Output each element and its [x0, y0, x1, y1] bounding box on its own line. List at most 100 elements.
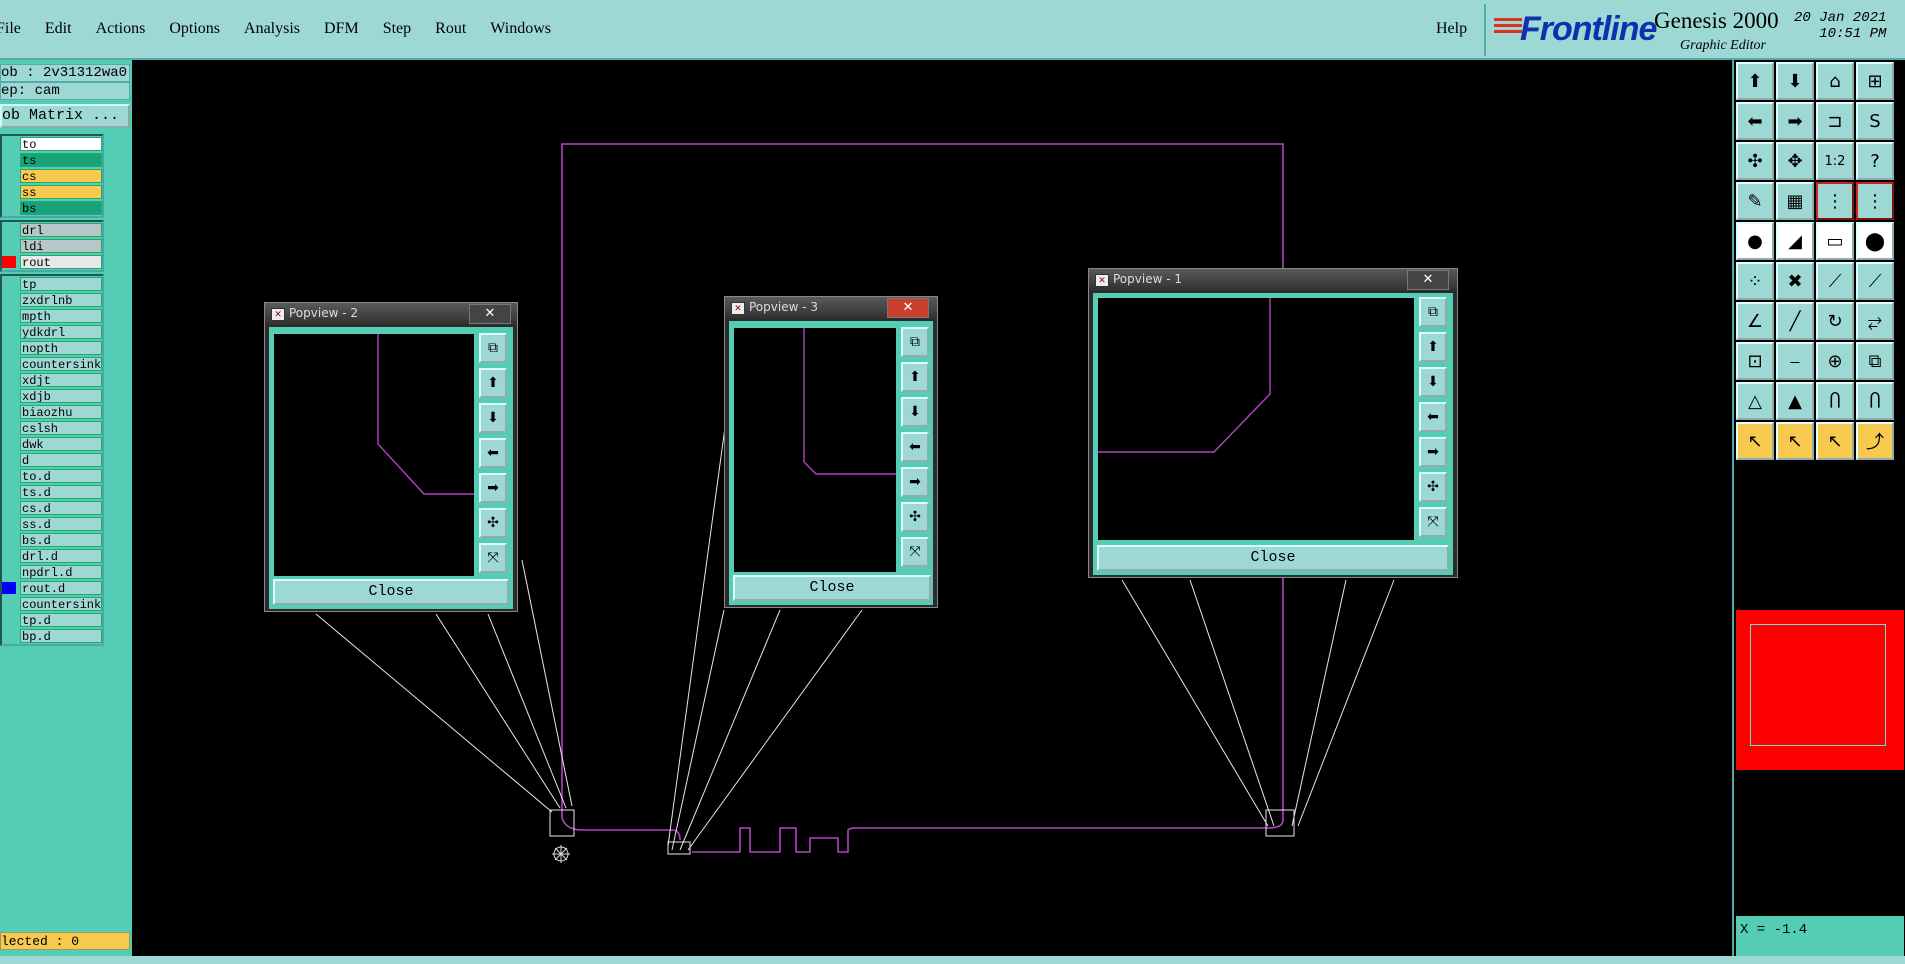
- leader-line: [487, 613, 567, 809]
- tool-panel: ⬆ ⬇ ⌂ ⊞ ⬅ ➡ ⊐ S ✣ ✥ 1:2? ✎ ▦ ⋮ ⋮ ● ◢ ▭ ⬤ ⁘ ✖ ⟋ ⟋ ∠ ╱ ↻ ⥂ ⊡ ⎯ ⊕ ⧉ △ ▲ Ⴖ Ⴖ ↖ ↖…: [1732, 60, 1905, 964]
- popview-close-button[interactable]: Close: [273, 579, 509, 605]
- popview-close-button[interactable]: Close: [1097, 545, 1449, 571]
- pan-up-icon[interactable]: ⬆: [1419, 332, 1447, 362]
- rotate-icon[interactable]: ↻: [1816, 302, 1854, 340]
- pan-up-icon[interactable]: ⬆: [901, 362, 929, 392]
- zoom-home-icon[interactable]: ✣: [1419, 472, 1447, 502]
- leader-line: [1297, 579, 1395, 827]
- copy-pad-icon[interactable]: ⊡: [1736, 342, 1774, 380]
- popview-window-3: ✕ Popview - 3 ✕ ⧉ ⬆ ⬇ ⬅ ➡ ✣ ⤧ Close: [724, 296, 938, 608]
- line-pad-icon[interactable]: ⟋: [1856, 262, 1894, 300]
- pan-right-icon[interactable]: ➡: [1776, 102, 1814, 140]
- pan-up-icon[interactable]: ⬆: [1736, 62, 1774, 100]
- angle-icon[interactable]: ∠: [1736, 302, 1774, 340]
- pan-left-icon[interactable]: ⬅: [479, 438, 507, 468]
- pan-down-icon[interactable]: ⬇: [479, 403, 507, 433]
- pan-down-icon[interactable]: ⬇: [901, 397, 929, 427]
- leader-line: [1189, 579, 1275, 827]
- popview-canvas[interactable]: [273, 333, 475, 577]
- zoom-anchor-box: [667, 841, 691, 855]
- connect-icon[interactable]: ⋮: [1816, 182, 1854, 220]
- popview-close-button[interactable]: Close: [733, 575, 931, 601]
- center-icon[interactable]: ⊕: [1816, 342, 1854, 380]
- arch-alt-icon[interactable]: Ⴖ: [1856, 382, 1894, 420]
- popview-title-bar[interactable]: ✕ Popview - 1 ✕: [1089, 269, 1457, 291]
- popview-body: ⧉ ⬆ ⬇ ⬅ ➡ ✣ ⤧ Close: [729, 321, 933, 605]
- route-icon[interactable]: S: [1856, 102, 1894, 140]
- leader-line: [671, 609, 725, 851]
- popview-title-bar[interactable]: ✕ Popview - 3 ✕: [725, 297, 937, 319]
- slash-icon[interactable]: ╱: [1776, 302, 1814, 340]
- zoom-fit-icon[interactable]: ⤧: [901, 537, 929, 567]
- leader-line: [1291, 579, 1347, 827]
- window-close-button[interactable]: ✕: [887, 298, 929, 318]
- cross-icon[interactable]: ✖: [1776, 262, 1814, 300]
- dot-icon[interactable]: ⬤: [1856, 222, 1894, 260]
- overview-map[interactable]: [1736, 610, 1904, 770]
- popview-toolbar: ⧉ ⬆ ⬇ ⬅ ➡ ✣ ⤧: [479, 333, 507, 573]
- popview-canvas[interactable]: [1097, 297, 1415, 541]
- window-close-button[interactable]: ✕: [1407, 270, 1449, 290]
- zoom-box-icon[interactable]: ⊞: [1856, 62, 1894, 100]
- help-icon[interactable]: ?: [1856, 142, 1894, 180]
- node-select-icon[interactable]: ⤴: [1856, 422, 1894, 460]
- leader-line: [1121, 579, 1269, 827]
- line-split-icon[interactable]: ⎯: [1776, 342, 1814, 380]
- zoom-home-icon[interactable]: ✣: [479, 508, 507, 538]
- zoom-in-icon[interactable]: ✣: [1736, 142, 1774, 180]
- snap-icon[interactable]: ⊐: [1816, 102, 1854, 140]
- cursor-crosshair-icon: [552, 845, 570, 863]
- connect-alt-icon[interactable]: ⋮: [1856, 182, 1894, 220]
- window-close-button[interactable]: ✕: [469, 304, 511, 324]
- pan-left-icon[interactable]: ⬅: [1419, 402, 1447, 432]
- popview-title-bar[interactable]: ✕ Popview - 2 ✕: [265, 303, 517, 325]
- flip-icon[interactable]: ⥂: [1856, 302, 1894, 340]
- zoom-fit-icon[interactable]: ⤧: [479, 543, 507, 573]
- pan-left-icon[interactable]: ⬅: [901, 432, 929, 462]
- popview-toolbar: ⧉ ⬆ ⬇ ⬅ ➡ ✣ ⤧: [901, 327, 929, 567]
- pan-right-icon[interactable]: ➡: [901, 467, 929, 497]
- select-icon[interactable]: ↖: [1816, 422, 1854, 460]
- leader-line: [435, 613, 561, 809]
- group-icon[interactable]: ⧉: [1856, 342, 1894, 380]
- pad-icon[interactable]: ●: [1736, 222, 1774, 260]
- popview-drawing: [1098, 298, 1271, 453]
- popview-window-2: ✕ Popview - 2 ✕ ⧉ ⬆ ⬇ ⬅ ➡ ✣ ⤧ Close: [264, 302, 518, 612]
- triangle-icon[interactable]: △: [1736, 382, 1774, 420]
- app-icon: ✕: [1095, 274, 1109, 287]
- app-icon: ✕: [731, 302, 745, 315]
- pan-right-icon[interactable]: ➡: [1419, 437, 1447, 467]
- popview-canvas[interactable]: [733, 327, 897, 573]
- arch-icon[interactable]: Ⴖ: [1816, 382, 1854, 420]
- palette-icon[interactable]: ✎: [1736, 182, 1774, 220]
- zoom-window-icon[interactable]: ⧉: [901, 327, 929, 357]
- zoom-window-icon[interactable]: ⧉: [479, 333, 507, 363]
- scale-icon[interactable]: 1:2: [1816, 142, 1854, 180]
- popview-title: Popview - 2: [289, 306, 358, 320]
- popview-body: ⧉ ⬆ ⬇ ⬅ ➡ ✣ ⤧ Close: [1093, 293, 1453, 575]
- zoom-home-icon[interactable]: ✣: [901, 502, 929, 532]
- popview-drawing: [803, 328, 896, 475]
- home-icon[interactable]: ⌂: [1816, 62, 1854, 100]
- popview-body: ⧉ ⬆ ⬇ ⬅ ➡ ✣ ⤧ Close: [269, 327, 513, 609]
- grid-icon[interactable]: ▦: [1776, 182, 1814, 220]
- zoom-fit-icon[interactable]: ⤧: [1419, 507, 1447, 537]
- link-icon[interactable]: ⁘: [1736, 262, 1774, 300]
- leader-line: [521, 559, 573, 807]
- pan-up-icon[interactable]: ⬆: [479, 368, 507, 398]
- pointer-alt-icon[interactable]: ↖: [1776, 422, 1814, 460]
- pan-down-icon[interactable]: ⬇: [1419, 367, 1447, 397]
- measure-icon[interactable]: ◢: [1776, 222, 1814, 260]
- pan-left-icon[interactable]: ⬅: [1736, 102, 1774, 140]
- pointer-icon[interactable]: ↖: [1736, 422, 1774, 460]
- zoom-out-icon[interactable]: ✥: [1776, 142, 1814, 180]
- ruler-icon[interactable]: ▭: [1816, 222, 1854, 260]
- status-strip: [0, 956, 1905, 964]
- popview-toolbar: ⧉ ⬆ ⬇ ⬅ ➡ ✣ ⤧: [1419, 297, 1447, 537]
- pan-down-icon[interactable]: ⬇: [1776, 62, 1814, 100]
- popview-drawing: [377, 334, 474, 495]
- triangle-alt-icon[interactable]: ▲: [1776, 382, 1814, 420]
- pan-right-icon[interactable]: ➡: [479, 473, 507, 503]
- zoom-window-icon[interactable]: ⧉: [1419, 297, 1447, 327]
- line-end-icon[interactable]: ⟋: [1816, 262, 1854, 300]
